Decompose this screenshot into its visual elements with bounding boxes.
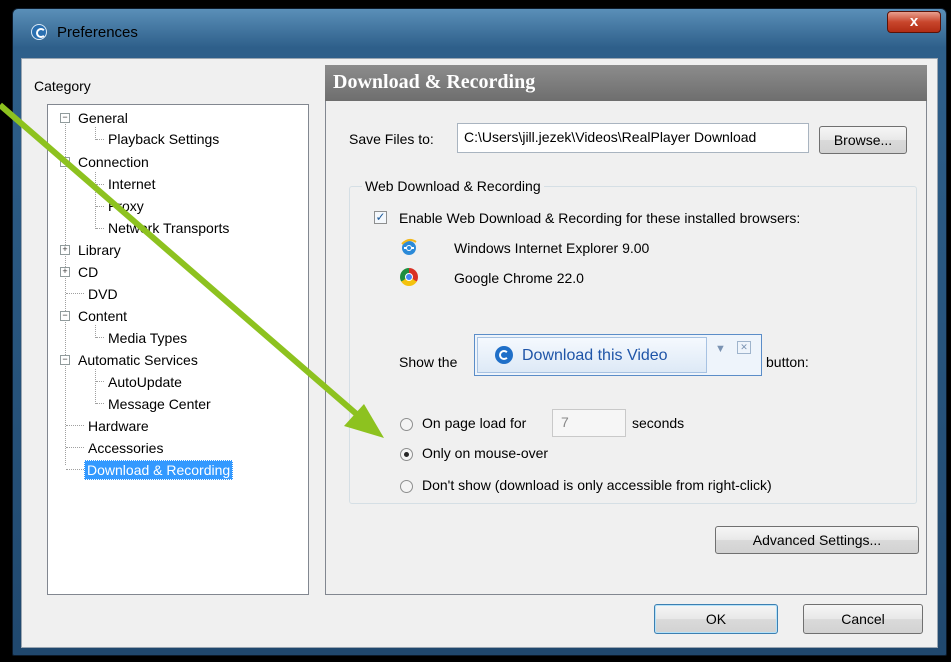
- tree-connector: [96, 337, 104, 338]
- realplayer-icon: [31, 24, 47, 40]
- download-video-label: Download this Video: [522, 347, 668, 364]
- tree-item-download-recording[interactable]: Download & Recording: [84, 460, 234, 480]
- mouse-over-label[interactable]: Only on mouse-over: [422, 445, 548, 461]
- tree-item-playback-settings[interactable]: Playback Settings: [108, 130, 219, 148]
- tree-item-media-types[interactable]: Media Types: [108, 329, 187, 347]
- ok-button[interactable]: OK: [654, 604, 778, 634]
- download-video-inner: Download this Video: [477, 337, 707, 373]
- show-the-label: Show the: [399, 354, 458, 370]
- tree-item-network-transports[interactable]: Network Transports: [108, 219, 229, 237]
- seconds-label: seconds: [632, 415, 685, 431]
- tree-item-autoupdate[interactable]: AutoUpdate: [108, 373, 182, 391]
- tree-connector: [96, 228, 104, 229]
- on-page-load-label[interactable]: On page load for: [422, 415, 526, 431]
- title-bar[interactable]: Preferences x: [13, 9, 946, 49]
- expand-icon[interactable]: +: [60, 267, 70, 277]
- tree-connector: [96, 139, 104, 140]
- tree-item-proxy[interactable]: Proxy: [108, 197, 144, 215]
- tree-item-accessories[interactable]: Accessories: [88, 439, 163, 457]
- realplayer-icon: [495, 346, 513, 364]
- tree-item-cd[interactable]: CD: [78, 263, 98, 281]
- advanced-settings-button[interactable]: Advanced Settings...: [715, 526, 919, 554]
- group-label: Web Download & Recording: [362, 178, 544, 194]
- collapse-icon[interactable]: −: [60, 113, 70, 123]
- category-tree[interactable]: − − + + − − General Playback Settings Co…: [47, 104, 309, 595]
- cancel-button[interactable]: Cancel: [803, 604, 923, 634]
- tree-connector: [65, 119, 66, 465]
- tree-connector: [96, 184, 104, 185]
- enable-web-download-checkbox[interactable]: ✓: [374, 211, 387, 224]
- tree-connector: [66, 469, 84, 470]
- download-video-button-preview: Download this Video ▼ ✕: [474, 334, 762, 376]
- panel-title: Download & Recording: [333, 71, 536, 93]
- seconds-input[interactable]: 7: [552, 409, 626, 437]
- tree-item-hardware[interactable]: Hardware: [88, 417, 149, 435]
- category-label: Category: [34, 78, 91, 94]
- enable-web-download-label[interactable]: Enable Web Download & Recording for thes…: [399, 210, 800, 226]
- collapse-icon[interactable]: −: [60, 311, 70, 321]
- browse-button[interactable]: Browse...: [819, 126, 907, 154]
- collapse-icon[interactable]: −: [60, 355, 70, 365]
- tree-item-automatic-services[interactable]: Automatic Services: [78, 351, 198, 369]
- browser-ie-label: Windows Internet Explorer 9.00: [454, 240, 650, 256]
- tree-connector: [96, 381, 104, 382]
- window-title: Preferences: [57, 24, 138, 41]
- tree-connector: [66, 293, 84, 294]
- tree-item-connection[interactable]: Connection: [78, 153, 149, 171]
- tree-connector: [66, 447, 84, 448]
- tree-connector: [96, 206, 104, 207]
- chrome-icon: [400, 268, 418, 286]
- expand-icon[interactable]: +: [60, 245, 70, 255]
- tree-item-general[interactable]: General: [78, 109, 128, 127]
- tree-item-message-center[interactable]: Message Center: [108, 395, 211, 413]
- collapse-icon[interactable]: −: [60, 157, 70, 167]
- tree-item-library[interactable]: Library: [78, 241, 121, 259]
- tree-connector: [96, 403, 104, 404]
- button-suffix-label: button:: [766, 354, 809, 370]
- save-files-label: Save Files to:: [349, 131, 434, 147]
- save-files-input[interactable]: C:\Users\jill.jezek\Videos\RealPlayer Do…: [457, 123, 809, 153]
- internet-explorer-icon: [401, 238, 417, 255]
- dont-show-label[interactable]: Don't show (download is only accessible …: [422, 477, 772, 493]
- dont-show-radio[interactable]: [400, 480, 413, 493]
- close-button[interactable]: x: [887, 11, 941, 33]
- mouse-over-radio[interactable]: [400, 448, 413, 461]
- tree-connector: [95, 369, 96, 404]
- browser-chrome-label: Google Chrome 22.0: [454, 270, 584, 286]
- tree-connector: [95, 172, 96, 229]
- tree-item-internet[interactable]: Internet: [108, 175, 155, 193]
- tree-item-dvd[interactable]: DVD: [88, 285, 118, 303]
- tree-connector: [66, 425, 84, 426]
- close-icon: ✕: [737, 341, 751, 354]
- on-page-load-radio[interactable]: [400, 418, 413, 431]
- dropdown-arrow-icon: ▼: [715, 343, 726, 355]
- tree-item-content[interactable]: Content: [78, 307, 127, 325]
